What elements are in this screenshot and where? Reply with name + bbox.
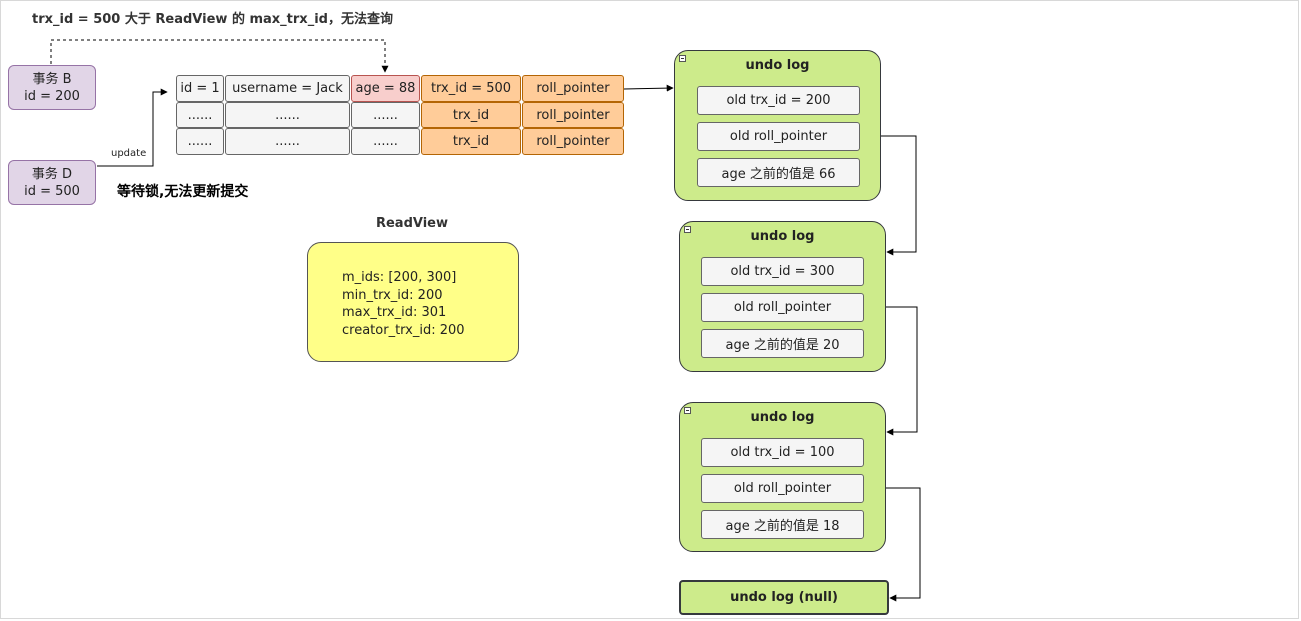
undo-old-trx-id: old trx_id = 200	[697, 86, 860, 115]
undo-old-trx-id: old trx_id = 300	[701, 257, 864, 286]
undo-log-1: undo log old trx_id = 200 old roll_point…	[674, 50, 881, 201]
transaction-d: 事务 D id = 500	[8, 160, 96, 205]
table-cell: id = 1	[176, 75, 224, 102]
undo-log-title: undo log	[750, 410, 815, 425]
undo-log-3: undo log old trx_id = 100 old roll_point…	[679, 402, 886, 552]
readview-box: m_ids: [200, 300] min_trx_id: 200 max_tr…	[307, 242, 519, 362]
wait-note: 等待锁,无法更新提交	[117, 184, 249, 200]
diagram-title: trx_id = 500 大于 ReadView 的 max_trx_id，无法…	[32, 12, 393, 27]
undo-log-null: undo log (null)	[679, 580, 889, 615]
readview-max-trx-id: max_trx_id: 301	[342, 305, 447, 320]
readview-min-trx-id: min_trx_id: 200	[342, 287, 443, 303]
transaction-b: 事务 B id = 200	[8, 65, 96, 110]
table-cell: username = Jack	[225, 75, 350, 102]
readview-title: ReadView	[375, 216, 449, 231]
readview-creator-trx-id: creator_trx_id: 200	[342, 322, 465, 338]
transaction-b-id: id = 200	[24, 88, 80, 104]
table-cell: ......	[225, 102, 350, 128]
undo-log-2: undo log old trx_id = 300 old roll_point…	[679, 221, 886, 372]
table-cell-roll-pointer: roll_pointer	[522, 75, 624, 102]
undo-old-roll-pointer: old roll_pointer	[701, 474, 864, 503]
transaction-d-name: 事务 D	[31, 166, 73, 182]
table-cell: ......	[225, 128, 350, 155]
undo-old-roll-pointer: old roll_pointer	[697, 122, 860, 151]
update-label: update	[111, 148, 147, 159]
undo-old-value: age 之前的值是 20	[701, 329, 864, 358]
undo-log-title: undo log	[750, 229, 815, 244]
readview-m-ids: m_ids: [200, 300]	[342, 270, 457, 285]
table-cell-roll-pointer: roll_pointer	[522, 128, 624, 155]
table-cell-roll-pointer: roll_pointer	[522, 102, 624, 128]
table-cell: ......	[351, 102, 420, 128]
table-cell: ......	[176, 102, 224, 128]
undo-old-value: age 之前的值是 18	[701, 510, 864, 539]
table-cell-trx-id: trx_id = 500	[421, 75, 521, 102]
table-cell-trx-id: trx_id	[421, 102, 521, 128]
arrow-row-to-undo1	[623, 84, 674, 92]
table-cell-trx-id: trx_id	[421, 128, 521, 155]
table-cell: ......	[176, 128, 224, 155]
transaction-d-id: id = 500	[24, 183, 80, 199]
undo-old-trx-id: old trx_id = 100	[701, 438, 864, 467]
undo-log-title: undo log	[745, 58, 810, 73]
table-cell-age: age = 88	[351, 75, 420, 102]
dashed-arrow-b-to-age	[50, 39, 389, 73]
undo-old-roll-pointer: old roll_pointer	[701, 293, 864, 322]
table-cell: ......	[351, 128, 420, 155]
transaction-b-name: 事务 B	[32, 71, 72, 87]
undo-old-value: age 之前的值是 66	[697, 158, 860, 187]
